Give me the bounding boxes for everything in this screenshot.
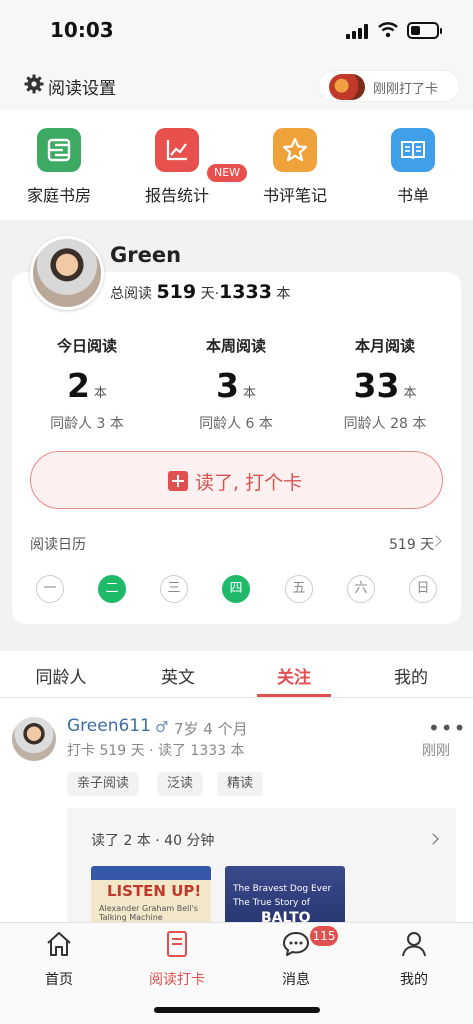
plus-square-icon bbox=[168, 471, 188, 491]
more-options-icon[interactable]: ••• bbox=[428, 716, 466, 740]
checkin-book-icon bbox=[167, 931, 187, 957]
calendar-day-thu[interactable]: 四 bbox=[222, 575, 250, 603]
book-title-line3: BALTO bbox=[261, 910, 311, 922]
home-icon bbox=[47, 932, 71, 956]
gear-icon[interactable] bbox=[24, 74, 44, 94]
line-chart-icon bbox=[155, 128, 199, 172]
totals-prefix: 总阅读 bbox=[110, 286, 152, 302]
feed-reading-summary[interactable]: 读了 2 本 · 40 分钟 LISTEN UP! Alexander Grah… bbox=[67, 808, 456, 922]
active-tab-indicator bbox=[257, 694, 331, 697]
bookshelf-icon bbox=[37, 128, 81, 172]
calendar-total-days[interactable]: 519 天 bbox=[389, 534, 434, 554]
person-icon bbox=[402, 932, 426, 957]
shortcut-label: 书单 bbox=[396, 186, 429, 205]
calendar-day-wed[interactable]: 三 bbox=[160, 575, 188, 603]
book-title-line1: The Bravest Dog Ever bbox=[233, 884, 332, 894]
checkin-button-label: 读了, 打个卡 bbox=[195, 472, 303, 494]
days-unit: 天 bbox=[200, 286, 215, 302]
stat-title: 今日阅读 bbox=[56, 337, 117, 355]
top-header: 阅读设置 刚刚打了卡 bbox=[0, 62, 473, 110]
feed-user-age: 7岁 4 个月 bbox=[174, 720, 248, 738]
male-icon: ♂ bbox=[155, 718, 169, 736]
battery-icon bbox=[407, 22, 442, 39]
books-unit: 本 bbox=[276, 286, 291, 302]
month-reading-stat: 本月阅读 33 本 同龄人 28 本 bbox=[310, 335, 460, 433]
total-books: 1333 bbox=[219, 281, 272, 303]
shortcut-label: 报告统计 bbox=[144, 186, 209, 205]
star-icon bbox=[273, 128, 317, 172]
recent-checkin-text: 刚刚打了卡 bbox=[373, 82, 439, 97]
tab-peers[interactable]: 同龄人 bbox=[2, 663, 120, 688]
book-title: LISTEN UP! bbox=[107, 882, 202, 900]
book-cover-balto[interactable]: The Bravest Dog Ever The True Story of B… bbox=[225, 866, 345, 922]
tab-following[interactable]: 关注 bbox=[235, 663, 353, 688]
nav-label: 我的 bbox=[400, 972, 428, 988]
stat-unit: 本 bbox=[242, 386, 256, 401]
stat-value: 2 bbox=[67, 366, 90, 405]
feed-tag[interactable]: 亲子阅读 bbox=[67, 772, 140, 796]
nav-label: 首页 bbox=[45, 972, 73, 988]
cellular-signal-icon bbox=[346, 24, 368, 39]
today-reading-stat: 今日阅读 2本 同龄人 3 本 bbox=[12, 335, 162, 433]
reading-summary-text: 读了 2 本 · 40 分钟 bbox=[91, 833, 215, 849]
nav-label: 阅读打卡 bbox=[149, 972, 205, 988]
book-title-line2: The True Story of bbox=[233, 898, 310, 908]
status-time: 10:03 bbox=[50, 18, 114, 42]
recent-checkin-avatar bbox=[329, 74, 365, 100]
nav-label: 消息 bbox=[282, 972, 310, 988]
stat-value: 33 bbox=[353, 366, 400, 405]
calendar-day-sun[interactable]: 日 bbox=[409, 575, 437, 603]
shortcut-label: 家庭书房 bbox=[26, 186, 91, 205]
total-reading-summary: 总阅读 519 天·1333 本 bbox=[110, 281, 290, 303]
chevron-right-icon[interactable] bbox=[427, 833, 439, 845]
open-book-icon bbox=[391, 128, 435, 172]
stat-value: 3 bbox=[216, 366, 239, 405]
tab-english[interactable]: 英文 bbox=[119, 663, 237, 688]
tab-mine[interactable]: 我的 bbox=[352, 663, 470, 688]
status-bar: 10:03 bbox=[0, 0, 473, 62]
feed-timestamp: 刚刚 bbox=[422, 743, 450, 759]
checkin-button[interactable]: 读了, 打个卡 bbox=[30, 451, 443, 509]
reading-settings-link[interactable]: 阅读设置 bbox=[48, 74, 116, 99]
feed-tabs: 同龄人 英文 关注 我的 bbox=[0, 651, 473, 698]
reading-stats-card bbox=[12, 272, 461, 624]
feed-user-name[interactable]: Green611 bbox=[67, 716, 151, 736]
stat-peer: 同龄人 28 本 bbox=[343, 416, 427, 432]
reading-calendar-label: 阅读日历 bbox=[30, 537, 86, 553]
stat-title: 本周阅读 bbox=[205, 337, 266, 355]
shortcut-booklist[interactable]: 书单 bbox=[365, 128, 461, 206]
stat-peer: 同龄人 6 本 bbox=[199, 416, 273, 432]
calendar-day-mon[interactable]: 一 bbox=[36, 575, 64, 603]
calendar-day-fri[interactable]: 五 bbox=[285, 575, 313, 603]
shortcut-family-bookshelf[interactable]: 家庭书房 bbox=[11, 128, 107, 206]
nav-reading-checkin[interactable]: 阅读打卡 bbox=[118, 929, 236, 989]
feed-tag[interactable]: 泛读 bbox=[157, 772, 204, 796]
feed-user-avatar[interactable] bbox=[12, 717, 56, 761]
message-count-badge: 115 bbox=[310, 926, 338, 946]
nav-home[interactable]: 首页 bbox=[0, 929, 118, 989]
nav-profile[interactable]: 我的 bbox=[355, 929, 473, 989]
chat-bubble-icon bbox=[283, 932, 309, 956]
shortcut-review-notes[interactable]: 书评笔记 bbox=[247, 128, 343, 206]
home-indicator bbox=[154, 1007, 320, 1013]
calendar-day-tue[interactable]: 二 bbox=[98, 575, 126, 603]
stat-peer: 同龄人 3 本 bbox=[50, 416, 124, 432]
calendar-day-sat[interactable]: 六 bbox=[347, 575, 375, 603]
stat-title: 本月阅读 bbox=[354, 337, 415, 355]
stat-unit: 本 bbox=[93, 386, 107, 401]
book-subtitle: Alexander Graham Bell's Talking Machine bbox=[99, 904, 198, 922]
wifi-icon bbox=[378, 22, 398, 38]
new-badge: NEW bbox=[207, 164, 247, 182]
feed-user-meta: 打卡 519 天 · 读了 1333 本 bbox=[67, 743, 245, 759]
book-cover-listen-up[interactable]: LISTEN UP! Alexander Graham Bell's Talki… bbox=[91, 866, 211, 922]
shortcut-label: 书评笔记 bbox=[262, 186, 327, 205]
user-name: Green bbox=[110, 243, 182, 267]
recent-checkin-pill[interactable]: 刚刚打了卡 bbox=[318, 70, 460, 102]
total-days: 519 bbox=[156, 281, 197, 303]
week-reading-stat: 本周阅读 3本 同龄人 6 本 bbox=[161, 335, 311, 433]
feed-tag[interactable]: 精读 bbox=[217, 772, 264, 796]
stat-unit: 本 bbox=[403, 386, 417, 401]
user-avatar[interactable] bbox=[30, 236, 104, 310]
